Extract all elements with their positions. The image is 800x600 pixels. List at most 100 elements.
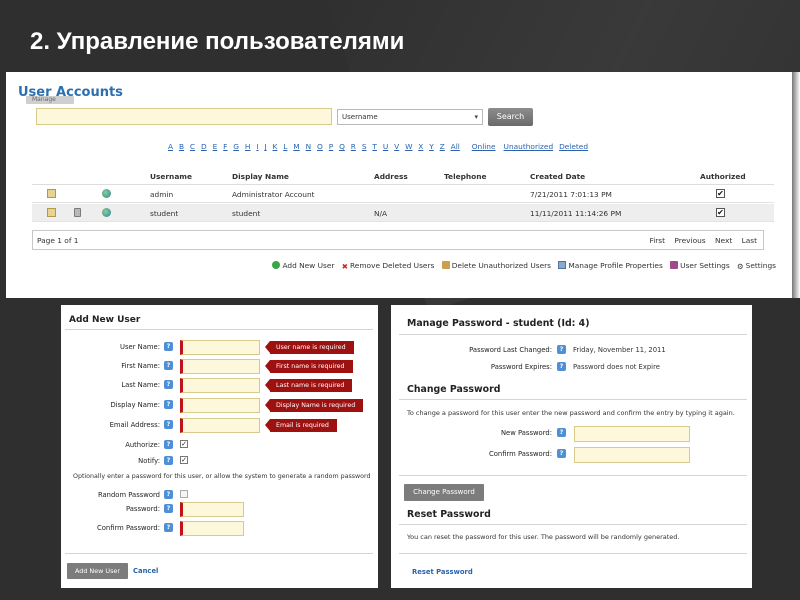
divider bbox=[65, 553, 373, 554]
filter-unauthorized-link[interactable]: Unauthorized bbox=[504, 142, 554, 151]
trash-icon bbox=[441, 261, 450, 269]
manage-profile-properties-action[interactable]: Manage Profile Properties bbox=[558, 261, 663, 270]
search-button[interactable]: Search bbox=[488, 108, 533, 126]
password-field[interactable] bbox=[180, 502, 244, 517]
edit-icon[interactable] bbox=[47, 208, 56, 217]
help-icon[interactable]: ? bbox=[557, 362, 566, 371]
last-name-field[interactable] bbox=[180, 378, 260, 393]
remove-deleted-users-action[interactable]: ✖ Remove Deleted Users bbox=[342, 261, 435, 271]
new-password-row: New Password: ? bbox=[391, 426, 752, 442]
column-header[interactable]: Created Date bbox=[530, 172, 585, 181]
random-password-checkbox[interactable] bbox=[180, 490, 188, 498]
help-icon[interactable]: ? bbox=[164, 490, 173, 499]
help-icon[interactable]: ? bbox=[164, 380, 173, 389]
filter-deleted-link[interactable]: Deleted bbox=[559, 142, 588, 151]
table-row: admin Administrator Account 7/21/2011 7:… bbox=[32, 185, 774, 203]
letter-link[interactable]: X bbox=[418, 142, 423, 151]
letter-link[interactable]: D bbox=[201, 142, 207, 151]
confirm-new-password-field[interactable] bbox=[574, 447, 690, 463]
authorize-checkbox[interactable]: ✓ bbox=[180, 440, 188, 448]
help-icon[interactable]: ? bbox=[557, 449, 566, 458]
settings-action[interactable]: ⚙ Settings bbox=[737, 261, 776, 271]
cell-created-date: 11/11/2011 11:14:26 PM bbox=[530, 209, 622, 218]
letter-link[interactable]: F bbox=[223, 142, 227, 151]
letter-link[interactable]: S bbox=[362, 142, 367, 151]
help-icon[interactable]: ? bbox=[164, 504, 173, 513]
delete-icon[interactable] bbox=[74, 208, 81, 217]
help-icon[interactable]: ? bbox=[164, 400, 173, 409]
pager-next[interactable]: Next bbox=[715, 236, 732, 245]
user-settings-action[interactable]: User Settings bbox=[670, 261, 730, 270]
reset-password-link[interactable]: Reset Password bbox=[412, 568, 473, 576]
page-indicator: Page 1 of 1 bbox=[37, 236, 79, 245]
cancel-link[interactable]: Cancel bbox=[133, 567, 158, 575]
add-new-user-action[interactable]: Add New User bbox=[272, 261, 334, 270]
notify-checkbox[interactable]: ✓ bbox=[180, 456, 188, 464]
user-roles-icon[interactable] bbox=[102, 208, 111, 217]
form-row-displayname: Display Name: ? Display Name is required bbox=[61, 398, 378, 414]
email-field[interactable] bbox=[180, 418, 260, 433]
help-icon[interactable]: ? bbox=[557, 428, 566, 437]
confirm-password-field[interactable] bbox=[180, 521, 244, 536]
help-icon[interactable]: ? bbox=[164, 361, 173, 370]
letter-link[interactable]: G bbox=[233, 142, 239, 151]
column-header[interactable]: Username bbox=[150, 172, 192, 181]
confirm-password-row: Confirm Password: ? bbox=[391, 447, 752, 463]
letter-link[interactable]: O bbox=[317, 142, 323, 151]
display-name-field[interactable] bbox=[180, 398, 260, 413]
pager-last[interactable]: Last bbox=[742, 236, 757, 245]
letter-link[interactable]: T bbox=[372, 142, 377, 151]
field-label: Random Password bbox=[97, 491, 160, 499]
help-icon[interactable]: ? bbox=[164, 342, 173, 351]
help-icon[interactable]: ? bbox=[164, 440, 173, 449]
letter-link[interactable]: M bbox=[293, 142, 299, 151]
action-label: Settings bbox=[745, 261, 776, 270]
letter-link[interactable]: R bbox=[351, 142, 356, 151]
letter-link[interactable]: N bbox=[306, 142, 312, 151]
pager-first[interactable]: First bbox=[650, 236, 666, 245]
help-icon[interactable]: ? bbox=[164, 420, 173, 429]
letter-link[interactable]: E bbox=[213, 142, 218, 151]
user-roles-icon[interactable] bbox=[102, 189, 111, 198]
column-header[interactable]: Display Name bbox=[232, 172, 289, 181]
column-header[interactable]: Telephone bbox=[444, 172, 487, 181]
edit-icon[interactable] bbox=[47, 189, 56, 198]
letter-link[interactable]: P bbox=[329, 142, 333, 151]
letter-link[interactable]: Z bbox=[440, 142, 445, 151]
letter-link[interactable]: J bbox=[264, 142, 266, 151]
new-password-field[interactable] bbox=[574, 426, 690, 442]
letter-link[interactable]: I bbox=[256, 142, 258, 151]
letter-link[interactable]: V bbox=[394, 142, 399, 151]
help-icon[interactable]: ? bbox=[164, 456, 173, 465]
letter-link[interactable]: W bbox=[405, 142, 412, 151]
column-header[interactable]: Address bbox=[374, 172, 408, 181]
letter-link[interactable]: H bbox=[245, 142, 251, 151]
form-row-email: Email Address: ? Email is required bbox=[61, 418, 378, 434]
add-new-user-button[interactable]: Add New User bbox=[67, 563, 128, 579]
password-expires-row: Password Expires: ? Password does not Ex… bbox=[391, 360, 752, 374]
search-field-select[interactable]: Username ▾ bbox=[337, 109, 483, 125]
letter-link[interactable]: A bbox=[168, 142, 173, 151]
first-name-field[interactable] bbox=[180, 359, 260, 374]
letter-link[interactable]: B bbox=[179, 142, 184, 151]
help-icon[interactable]: ? bbox=[164, 523, 173, 532]
help-icon[interactable]: ? bbox=[557, 345, 566, 354]
divider bbox=[65, 329, 373, 330]
letter-link[interactable]: C bbox=[190, 142, 195, 151]
letter-link[interactable]: U bbox=[383, 142, 388, 151]
pager-previous[interactable]: Previous bbox=[674, 236, 705, 245]
letter-link[interactable]: K bbox=[273, 142, 278, 151]
error-message: Last name is required bbox=[264, 379, 353, 392]
letter-link[interactable]: Q bbox=[339, 142, 345, 151]
field-label: User Name: bbox=[120, 343, 160, 351]
change-password-button[interactable]: Change Password bbox=[404, 484, 484, 501]
letter-link[interactable]: L bbox=[283, 142, 287, 151]
filter-online-link[interactable]: Online bbox=[472, 142, 496, 151]
letter-link-all[interactable]: All bbox=[451, 142, 460, 151]
column-header[interactable]: Authorized bbox=[700, 172, 746, 181]
username-field[interactable] bbox=[180, 340, 260, 355]
letter-link[interactable]: Y bbox=[429, 142, 434, 151]
user-accounts-panel: Manage User Accounts Username ▾ Search A… bbox=[6, 72, 792, 298]
search-input[interactable] bbox=[36, 108, 332, 125]
delete-unauthorized-users-action[interactable]: Delete Unauthorized Users bbox=[441, 261, 551, 270]
